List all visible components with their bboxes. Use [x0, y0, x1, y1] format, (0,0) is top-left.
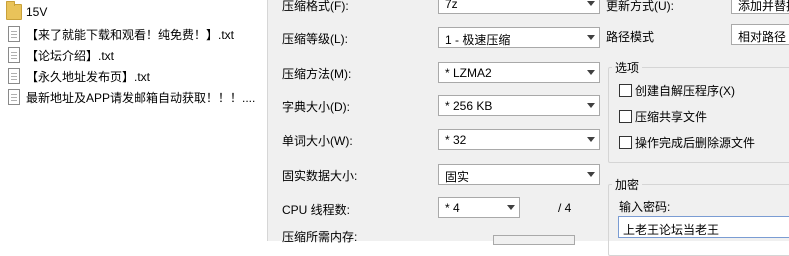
compression-method-label: 压缩方法(M): — [282, 67, 352, 81]
file-list-item[interactable]: 15V — [0, 1, 267, 22]
encryption-group-title: 加密 — [612, 176, 643, 193]
cpu-threads-value: * 4 — [445, 201, 460, 215]
update-mode-select[interactable]: 添加并替换 — [731, 0, 789, 14]
word-size-label: 单词大小(W): — [282, 134, 353, 148]
solid-block-size-label: 固实数据大小: — [282, 169, 358, 183]
compress-shared-files-checkbox[interactable] — [619, 110, 632, 123]
password-input[interactable]: 上老王论坛当老王 — [618, 216, 789, 238]
file-name: 最新地址及APP请发邮箱自动获取！！！.... — [26, 90, 256, 105]
password-input-value: 上老王论坛当老王 — [623, 223, 720, 237]
solid-block-size-select[interactable]: 固实 — [438, 164, 600, 185]
file-name: 【来了就能下载和观看！纯免费！】.txt — [26, 27, 235, 42]
compress-shared-files-label: 压缩共享文件 — [635, 110, 708, 124]
file-list-panel: 15V 【来了就能下载和观看！纯免费！】.txt 【论坛介绍】.txt 【永久地… — [0, 0, 268, 241]
path-mode-select[interactable]: 相对路径 — [731, 24, 789, 45]
compression-settings-dialog: 压缩格式(F): 7z 压缩等级(L): 1 - 极速压缩 压缩方法(M): *… — [268, 0, 789, 256]
delete-after-compression-checkbox[interactable] — [619, 136, 632, 149]
word-size-value: * 32 — [445, 133, 467, 147]
compression-level-label: 压缩等级(L): — [282, 32, 349, 46]
chevron-down-icon — [587, 137, 595, 142]
text-file-icon — [8, 89, 20, 105]
cpu-threads-total: / 4 — [558, 201, 572, 215]
solid-block-size-value: 固实 — [445, 170, 470, 184]
dictionary-size-label: 字典大小(D): — [282, 100, 350, 114]
text-file-icon — [8, 68, 20, 84]
dictionary-size-select[interactable]: * 256 KB — [438, 95, 600, 116]
memory-usage-field — [493, 235, 575, 245]
chevron-down-icon — [587, 35, 595, 40]
create-sfx-checkbox[interactable] — [619, 84, 632, 97]
file-list-item[interactable]: 最新地址及APP请发邮箱自动获取！！！.... — [0, 87, 267, 107]
chevron-down-icon — [587, 1, 595, 6]
text-file-icon — [8, 26, 20, 42]
file-list-item[interactable]: 【论坛介绍】.txt — [0, 45, 267, 65]
word-size-select[interactable]: * 32 — [438, 129, 600, 150]
chevron-down-icon — [587, 70, 595, 75]
cpu-threads-select[interactable]: * 4 — [438, 197, 520, 218]
file-list-item[interactable]: 【永久地址发布页】.txt — [0, 66, 267, 86]
path-mode-value: 相对路径 — [738, 30, 787, 44]
path-mode-label: 路径模式 — [606, 30, 655, 44]
options-group-title: 选项 — [612, 59, 643, 76]
archive-format-label: 压缩格式(F): — [282, 0, 349, 13]
memory-usage-label: 压缩所需内存: — [282, 230, 358, 244]
file-name: 【永久地址发布页】.txt — [26, 69, 151, 84]
compression-method-value: * LZMA2 — [445, 66, 492, 80]
file-list-item[interactable]: 【来了就能下载和观看！纯免费！】.txt — [0, 24, 267, 44]
cpu-threads-label: CPU 线程数: — [282, 203, 351, 217]
file-name: 15V — [26, 5, 48, 19]
compression-level-select[interactable]: 1 - 极速压缩 — [438, 27, 600, 48]
create-sfx-label: 创建自解压程序(X) — [635, 84, 735, 98]
update-mode-value: 添加并替换 — [738, 0, 789, 13]
delete-after-compression-label: 操作完成后删除源文件 — [635, 136, 756, 150]
compression-level-value: 1 - 极速压缩 — [445, 33, 511, 47]
chevron-down-icon — [587, 103, 595, 108]
folder-icon — [6, 1, 22, 20]
password-label: 输入密码: — [619, 200, 671, 214]
text-file-icon — [8, 47, 20, 63]
archive-format-select[interactable]: 7z — [438, 0, 600, 14]
chevron-down-icon — [507, 205, 515, 210]
file-name: 【论坛介绍】.txt — [26, 48, 115, 63]
dictionary-size-value: * 256 KB — [445, 99, 493, 113]
compression-method-select[interactable]: * LZMA2 — [438, 62, 600, 83]
chevron-down-icon — [587, 172, 595, 177]
archive-format-value: 7z — [445, 0, 458, 11]
update-mode-label: 更新方式(U): — [606, 0, 674, 13]
